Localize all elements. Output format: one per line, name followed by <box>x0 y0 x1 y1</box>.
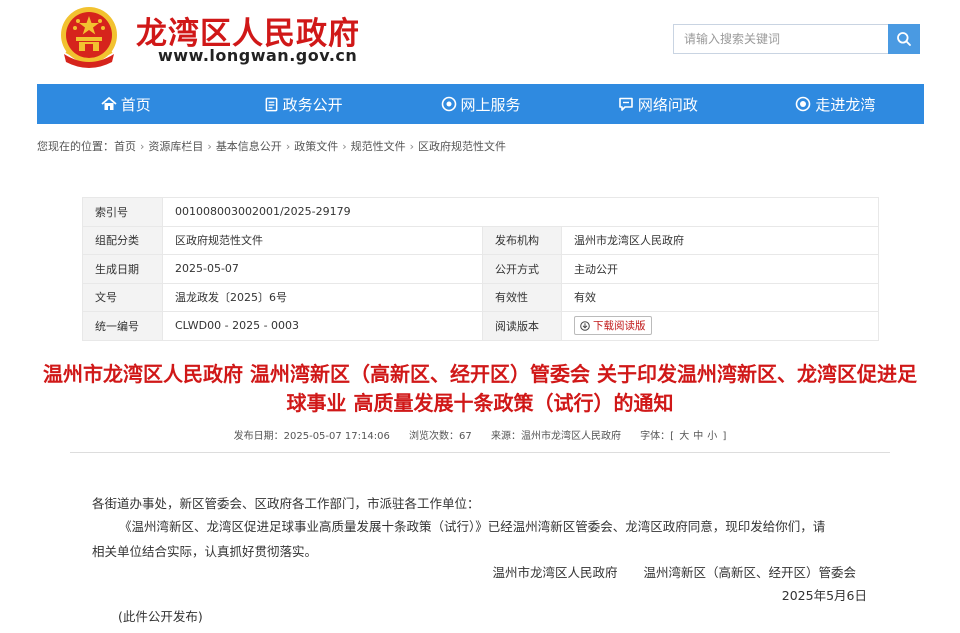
info-value: 温州市龙湾区人民政府 <box>561 225 879 255</box>
national-emblem-icon <box>61 7 117 68</box>
info-value-cell: 下载阅读版 <box>561 311 879 341</box>
breadcrumb-basic-info[interactable]: 基本信息公开 <box>216 140 282 153</box>
nav-item-home[interactable]: 首页 <box>37 84 214 124</box>
font-size-large[interactable]: 大 <box>679 431 689 442</box>
table-row: 文号 温龙政发〔2025〕6号 有效性 有效 <box>82 282 879 312</box>
nav-item-online-service[interactable]: 网上服务 <box>392 84 569 124</box>
publication-note: (此件公开发布) <box>118 609 203 624</box>
search-icon <box>897 32 911 46</box>
document-info-table: 索引号 001008003002001/2025-29179 组配分类 区政府规… <box>82 197 879 341</box>
publish-time: 发布日期：2025-05-07 17:14:06 <box>233 431 390 442</box>
source: 来源：温州市龙湾区人民政府 <box>490 431 621 442</box>
breadcrumb-separator: › <box>342 140 347 153</box>
nav-item-label: 网络问政 <box>637 95 698 114</box>
font-size-label: 字体：[ <box>640 431 675 442</box>
nav-item-online-inquiry[interactable]: 网络问政 <box>569 84 746 124</box>
chat-icon <box>619 97 633 111</box>
service-icon <box>441 96 456 112</box>
info-label: 公开方式 <box>482 254 562 284</box>
info-label: 生成日期 <box>82 254 163 284</box>
search-input[interactable] <box>673 24 888 54</box>
nav-item-gov-affairs[interactable]: 政务公开 <box>214 84 391 124</box>
font-size-end: ] <box>722 431 727 442</box>
table-row: 组配分类 区政府规范性文件 发布机构 温州市龙湾区人民政府 <box>82 225 879 255</box>
download-button-label: 下载阅读版 <box>593 320 646 333</box>
info-value: 有效 <box>561 282 879 312</box>
info-value: 2025-05-07 <box>162 254 483 284</box>
nav-item-label: 政务公开 <box>282 95 343 114</box>
salutation: 各街道办事处，新区管委会、区政府各工作部门，市派驻各工作单位： <box>92 496 480 511</box>
info-label: 统一编号 <box>82 311 163 341</box>
signatory-committee: 温州湾新区（高新区、经开区）管委会 <box>643 565 856 580</box>
site-header: 龙湾区人民政府 www.longwan.gov.cn <box>0 0 960 82</box>
info-label: 有效性 <box>482 282 562 312</box>
info-label: 阅读版本 <box>482 311 562 341</box>
breadcrumb-resource[interactable]: 资源库栏目 <box>148 140 203 153</box>
table-row: 索引号 001008003002001/2025-29179 <box>82 197 879 227</box>
site-domain: www.longwan.gov.cn <box>158 46 358 65</box>
search-button[interactable] <box>888 24 920 54</box>
document-title: 温州市龙湾区人民政府 温州湾新区（高新区、经开区）管委会 关于印发温州湾新区、龙… <box>43 362 917 415</box>
info-label: 文号 <box>82 282 163 312</box>
breadcrumb-separator: › <box>409 140 415 153</box>
breadcrumb-separator: › <box>285 140 291 153</box>
breadcrumb-prefix: 您现在的位置： <box>37 140 114 153</box>
nav-item-label: 首页 <box>120 95 151 114</box>
main-nav: 首页 政务公开 网上服务 网络问政 走进龙湾 <box>37 84 924 124</box>
body-paragraph-continued: 相关单位结合实际，认真抓好贯彻落实。 <box>92 544 318 559</box>
signatory-government: 温州市龙湾区人民政府 <box>492 565 618 580</box>
info-value: 温龙政发〔2025〕6号 <box>162 282 483 312</box>
font-size-medium[interactable]: 中 <box>693 431 703 442</box>
document-date: 2025年5月6日 <box>781 588 867 603</box>
breadcrumb-home[interactable]: 首页 <box>114 140 136 153</box>
info-label: 发布机构 <box>482 225 562 255</box>
nav-item-label: 网上服务 <box>460 95 521 114</box>
table-row: 统一编号 CLWD00 - 2025 - 0003 阅读版本 下载阅读版 <box>82 311 879 341</box>
eye-icon <box>796 96 811 112</box>
info-label: 索引号 <box>82 197 163 227</box>
info-label: 组配分类 <box>82 225 163 255</box>
info-value: 主动公开 <box>561 254 879 284</box>
breadcrumb: 您现在的位置：首页 › 资源库栏目 › 基本信息公开 › 政策文件 › 规范性文件 › 区政府规范性… <box>37 138 506 154</box>
breadcrumb-policy-docs[interactable]: 政策文件 <box>294 140 338 153</box>
breadcrumb-separator: › <box>140 140 145 153</box>
breadcrumb-district-normative-docs[interactable]: 区政府规范性文件 <box>418 140 506 153</box>
document-meta: 发布日期：2025-05-07 17:14:06 浏览次数：67 来源：温州市龙… <box>0 427 960 442</box>
info-value: 001008003002001/2025-29179 <box>162 197 879 227</box>
table-row: 生成日期 2025-05-07 公开方式 主动公开 <box>82 254 879 284</box>
home-icon <box>101 96 117 110</box>
divider <box>70 452 890 453</box>
breadcrumb-normative-docs[interactable]: 规范性文件 <box>351 140 406 153</box>
view-count: 浏览次数：67 <box>409 431 472 442</box>
download-reading-version-button[interactable]: 下载阅读版 <box>574 316 652 336</box>
nav-item-about-longwan[interactable]: 走进龙湾 <box>747 84 924 124</box>
font-size-control: 字体：[ 大中小 ] <box>640 431 726 442</box>
nav-item-label: 走进龙湾 <box>815 95 876 114</box>
info-value: 区政府规范性文件 <box>162 225 483 255</box>
breadcrumb-separator: › <box>207 140 212 153</box>
body-paragraph: 《温州湾新区、龙湾区促进足球事业高质量发展十条政策（试行）》已经温州湾新区管委会… <box>119 519 826 534</box>
download-icon <box>580 320 590 331</box>
info-value: CLWD00 - 2025 - 0003 <box>162 311 483 341</box>
document-icon <box>265 97 277 111</box>
font-size-small[interactable]: 小 <box>707 431 717 442</box>
signatories: 温州市龙湾区人民政府 温州湾新区（高新区、经开区）管委会 <box>492 562 856 581</box>
